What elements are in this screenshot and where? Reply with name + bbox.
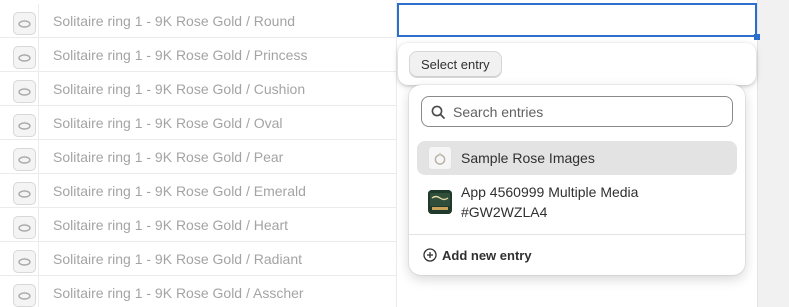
ring-thumbnail-icon — [13, 250, 36, 273]
table-row[interactable]: Solitaire ring 1 - 9K Rose Gold / Radian… — [0, 242, 396, 276]
ring-thumbnail-icon — [13, 12, 36, 35]
table-row[interactable]: Solitaire ring 1 - 9K Rose Gold / Pear — [0, 140, 396, 174]
table-row[interactable]: Solitaire ring 1 - 9K Rose Gold / Heart — [0, 208, 396, 242]
table-row[interactable]: Solitaire ring 1 - 9K Rose Gold / Oval — [0, 106, 396, 140]
table-row[interactable]: Solitaire ring 1 - 9K Rose Gold / Round — [0, 4, 396, 38]
ring-thumbnail-icon — [13, 148, 36, 171]
option-app-multiple-media[interactable]: App 4560999 Multiple Media #GW2WZLA4 — [417, 180, 737, 225]
ring-image-icon — [428, 146, 452, 170]
media-thumbnail-icon — [428, 190, 452, 214]
row-label: Solitaire ring 1 - 9K Rose Gold / Pear — [53, 149, 284, 165]
row-label: Solitaire ring 1 - 9K Rose Gold / Radian… — [53, 251, 303, 267]
ring-thumbnail-icon — [13, 114, 36, 137]
column-divider — [396, 0, 397, 307]
row-label: Solitaire ring 1 - 9K Rose Gold / Cushio… — [53, 81, 306, 97]
ring-thumbnail-icon — [13, 284, 36, 307]
ring-thumbnail-icon — [13, 46, 36, 69]
search-input[interactable] — [453, 101, 723, 123]
row-label: Solitaire ring 1 - 9K Rose Gold / Prince… — [53, 47, 308, 63]
table-row[interactable]: Solitaire ring 1 - 9K Rose Gold / Emeral… — [0, 174, 396, 208]
entry-dropdown: Sample Rose Images App 4560999 Multiple … — [409, 85, 745, 275]
right-gutter-border — [757, 0, 758, 307]
row-label: Solitaire ring 1 - 9K Rose Gold / Heart — [53, 217, 288, 233]
option-sample-rose-images[interactable]: Sample Rose Images — [417, 141, 737, 175]
option-label: App 4560999 Multiple Media #GW2WZLA4 — [461, 184, 639, 220]
add-new-entry-button[interactable]: Add new entry — [423, 245, 532, 265]
ring-thumbnail-icon — [13, 182, 36, 205]
search-field[interactable] — [421, 96, 733, 127]
search-icon — [431, 105, 445, 124]
row-label: Solitaire ring 1 - 9K Rose Gold / Assche… — [53, 285, 304, 301]
row-label: Solitaire ring 1 - 9K Rose Gold / Round — [53, 13, 296, 29]
variant-list: Solitaire ring 1 - 9K Rose Gold / Round … — [0, 0, 396, 307]
table-row[interactable]: Solitaire ring 1 - 9K Rose Gold / Assche… — [0, 276, 396, 307]
select-entry-button[interactable]: Select entry — [409, 51, 502, 78]
plus-circle-icon — [423, 248, 437, 262]
table-row[interactable]: Solitaire ring 1 - 9K Rose Gold / Cushio… — [0, 72, 396, 106]
ring-thumbnail-icon — [13, 216, 36, 239]
cell-fill-handle[interactable] — [754, 34, 760, 40]
dropdown-divider — [409, 234, 745, 235]
cell-popover: Select entry — [398, 43, 756, 85]
table-row[interactable]: Solitaire ring 1 - 9K Rose Gold / Prince… — [0, 38, 396, 72]
option-label: Sample Rose Images — [461, 150, 595, 166]
active-cell[interactable] — [397, 3, 757, 37]
add-new-entry-label: Add new entry — [442, 247, 532, 263]
ring-thumbnail-icon — [13, 80, 36, 103]
row-label: Solitaire ring 1 - 9K Rose Gold / Emeral… — [53, 183, 306, 199]
row-label: Solitaire ring 1 - 9K Rose Gold / Oval — [53, 115, 283, 131]
right-gutter — [757, 0, 789, 307]
